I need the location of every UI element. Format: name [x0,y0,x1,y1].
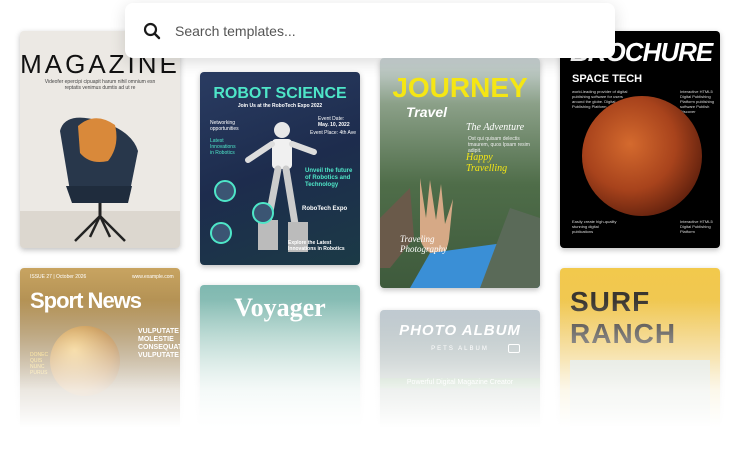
robot-circle-1 [214,180,236,202]
robot-subtitle: Join Us at the RoboTech Expo 2022 [237,103,323,109]
robot-title: ROBOT SCIENCE [213,85,347,102]
journey-happy: Happy Travelling [466,152,508,174]
sport-website: www.example.com [132,274,174,280]
planet-image [582,96,702,216]
surf-line1: SURF [570,286,651,317]
robot-circle-2 [252,202,274,224]
robot-explore: Explore the Latest Innovations in Roboti… [288,240,345,252]
brochure-foot-right: Interactive HTML5 Digital Publishing Pla… [680,219,713,234]
album-title: PHOTO ALBUM [399,322,521,339]
chair-illustration [20,117,180,248]
hand-illustration [380,178,540,288]
helmet-illustration [50,326,120,396]
journey-photography: Traveling Photography [400,234,447,254]
brochure-foot-left: Easily create high-quality stunning digi… [572,219,617,234]
brochure-right-text: Interactive HTML5 Digital Publishing Pla… [680,89,715,114]
journey-title: JOURNEY [392,72,528,103]
journey-subtitle: Travel [406,104,447,120]
album-footer: Powerful Digital Magazine Creator [380,378,540,388]
sport-left-words: DONEC QUIS NUNC PURUS [30,352,49,376]
robot-event-date: May. 10, 2022 [318,122,350,128]
sport-right-words: VULPUTATE MOLESTIE CONSEQUAT VULPUTATE [138,328,180,359]
camera-icon [508,344,520,353]
robot-unveil: Unveil the future of Robotics and Techno… [305,168,353,188]
robot-expo: RoboTech Expo [302,206,348,212]
template-card-voyager[interactable]: Voyager [200,285,360,440]
search-icon[interactable] [143,22,161,40]
template-card-sport-news[interactable]: ISSUE 27 | October 2026 www.example.com … [20,268,180,438]
sport-issue: ISSUE 27 | October 2026 [30,274,87,280]
surf-photo [570,360,710,430]
sport-title: Sport News [30,288,142,313]
journey-adventure: The Adventure [466,122,525,133]
surf-line2: RANCH [570,318,677,349]
template-card-magazine[interactable]: MAGAZINE Videofer epercipi cipuapit haru… [20,31,180,248]
robot-circle-3 [210,222,232,244]
template-card-journey[interactable]: JOURNEY Travel The Adventure Ost qui qui… [380,58,540,288]
search-input[interactable] [175,22,555,39]
template-search-bar[interactable] [125,3,615,58]
template-card-brochure[interactable]: BROCHURE SPACE TECH world-leading provid… [560,31,720,248]
brochure-subtitle: SPACE TECH [572,73,643,85]
voyager-title: Voyager [234,293,326,322]
template-card-robot-science[interactable]: ROBOT SCIENCE Join Us at the RoboTech Ex… [200,72,360,265]
template-card-surf-ranch[interactable]: SURF RANCH [560,268,720,438]
template-card-photo-album[interactable]: PHOTO ALBUM PETS ALBUM Powerful Digital … [380,310,540,440]
